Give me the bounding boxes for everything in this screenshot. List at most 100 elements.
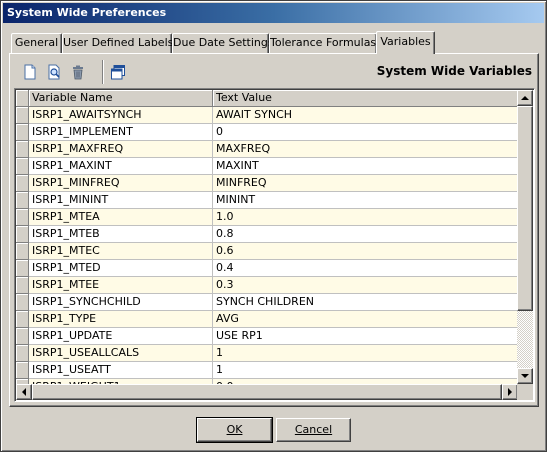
column-header-text-value[interactable]: Text Value — [213, 90, 520, 107]
variable-name-cell[interactable]: ISRP1_MAXFREQ — [29, 141, 213, 158]
variable-name-cell[interactable]: ISRP1_USEALLCALS — [29, 345, 213, 362]
text-value-cell[interactable]: 0.3 — [213, 277, 520, 294]
table-row[interactable]: ISRP1_MTEB 0.8 — [16, 226, 520, 243]
variable-name-cell[interactable]: ISRP1_MININT — [29, 192, 213, 209]
row-indicator[interactable] — [16, 124, 29, 141]
variable-name-cell[interactable]: ISRP1_MAXINT — [29, 158, 213, 175]
table-row[interactable]: ISRP1_TYPE AVG — [16, 311, 520, 328]
row-indicator[interactable] — [16, 141, 29, 158]
table-row[interactable]: ISRP1_MAXFREQ MAXFREQ — [16, 141, 520, 158]
row-indicator[interactable] — [16, 345, 29, 362]
table-row[interactable]: ISRP1_MININT MININT — [16, 192, 520, 209]
tab-tolerance-formulas[interactable]: Tolerance Formulas — [269, 33, 377, 53]
scroll-left-button[interactable] — [16, 384, 32, 400]
table-row[interactable]: ISRP1_USEATT 1 — [16, 362, 520, 379]
variable-name-cell[interactable]: ISRP1_MINFREQ — [29, 175, 213, 192]
row-indicator[interactable] — [16, 209, 29, 226]
row-indicator[interactable] — [16, 311, 29, 328]
text-value-cell[interactable]: MAXINT — [213, 158, 520, 175]
text-value-cell[interactable]: MAXFREQ — [213, 141, 520, 158]
find-variable-button[interactable] — [44, 62, 64, 82]
horizontal-scroll-thumb[interactable] — [32, 384, 502, 400]
text-value-cell[interactable]: MININT — [213, 192, 520, 209]
new-variable-button[interactable] — [20, 62, 40, 82]
variable-name-cell[interactable]: ISRP1_AWAITSYNCH — [29, 107, 213, 124]
variable-name-cell[interactable]: ISRP1_IMPLEMENT — [29, 124, 213, 141]
table-row[interactable]: ISRP1_MINFREQ MINFREQ — [16, 175, 520, 192]
row-indicator[interactable] — [16, 192, 29, 209]
scroll-down-button[interactable] — [517, 368, 533, 384]
row-indicator[interactable] — [16, 277, 29, 294]
copy-window-icon — [111, 65, 125, 80]
text-value-cell[interactable]: 0 — [213, 124, 520, 141]
row-indicator[interactable] — [16, 175, 29, 192]
tab-due-date-settings[interactable]: Due Date Settings — [172, 33, 274, 53]
text-value-cell[interactable]: SYNCH CHILDREN — [213, 294, 520, 311]
variable-name-cell[interactable]: ISRP1_MTEC — [29, 243, 213, 260]
variables-panel: System Wide Variables Variable Name Text… — [9, 53, 539, 407]
delete-icon — [73, 65, 83, 80]
table-row[interactable]: ISRP1_MTED 0.4 — [16, 260, 520, 277]
arrow-up-icon — [521, 96, 529, 100]
table-row[interactable]: ISRP1_AWAITSYNCH AWAIT SYNCH — [16, 107, 520, 124]
variable-name-cell[interactable]: ISRP1_TYPE — [29, 311, 213, 328]
tab-user-defined-labels[interactable]: User Defined Labels — [62, 33, 173, 53]
table-row[interactable]: ISRP1_MTEE 0.3 — [16, 277, 520, 294]
table-row[interactable]: ISRP1_MAXINT MAXINT — [16, 158, 520, 175]
row-indicator[interactable] — [16, 260, 29, 277]
scrollbar-corner — [517, 384, 533, 400]
grid-header: Variable Name Text Value — [16, 90, 520, 107]
tab-general[interactable]: General — [11, 33, 62, 53]
row-indicator[interactable] — [16, 226, 29, 243]
variable-name-cell[interactable]: ISRP1_MTEE — [29, 277, 213, 294]
tab-general-label: General — [14, 36, 59, 49]
row-indicator[interactable] — [16, 328, 29, 345]
column-header-variable-name[interactable]: Variable Name — [29, 90, 213, 107]
row-indicator[interactable] — [16, 294, 29, 311]
tab-tolerance-formulas-label: Tolerance Formulas — [270, 36, 377, 49]
scroll-up-button[interactable] — [517, 90, 533, 106]
panel-title: System Wide Variables — [376, 64, 532, 78]
text-value-cell[interactable]: 1 — [213, 345, 520, 362]
text-value-cell[interactable]: 1 — [213, 362, 520, 379]
table-row[interactable]: ISRP1_MTEC 0.6 — [16, 243, 520, 260]
row-indicator[interactable] — [16, 158, 29, 175]
table-row[interactable]: ISRP1_IMPLEMENT 0 — [16, 124, 520, 141]
ok-button[interactable]: OK — [196, 417, 273, 443]
toolbar-separator — [102, 60, 104, 84]
text-value-cell[interactable]: AWAIT SYNCH — [213, 107, 520, 124]
variable-name-cell[interactable]: ISRP1_MTEB — [29, 226, 213, 243]
text-value-cell[interactable]: 0.6 — [213, 243, 520, 260]
variable-name-cell[interactable]: ISRP1_UPDATE — [29, 328, 213, 345]
vertical-scroll-thumb[interactable] — [517, 106, 533, 311]
horizontal-scrollbar[interactable] — [16, 384, 518, 400]
text-value-cell[interactable]: USE RP1 — [213, 328, 520, 345]
tab-variables[interactable]: Variables — [376, 31, 435, 54]
table-row[interactable]: ISRP1_USEALLCALS 1 — [16, 345, 520, 362]
text-value-cell[interactable]: MINFREQ — [213, 175, 520, 192]
table-row[interactable]: ISRP1_SYNCHCHILD SYNCH CHILDREN — [16, 294, 520, 311]
preferences-window: System Wide Preferences General User Def… — [0, 0, 547, 452]
variable-name-cell[interactable]: ISRP1_MTED — [29, 260, 213, 277]
cancel-button[interactable]: Cancel — [276, 418, 351, 442]
tab-variables-label: Variables — [380, 35, 431, 48]
text-value-cell[interactable]: AVG — [213, 311, 520, 328]
variable-name-cell[interactable]: ISRP1_MTEA — [29, 209, 213, 226]
vertical-scrollbar[interactable] — [517, 90, 533, 384]
variable-name-cell[interactable]: ISRP1_USEATT — [29, 362, 213, 379]
table-row[interactable]: ISRP1_MTEA 1.0 — [16, 209, 520, 226]
text-value-cell[interactable]: 0.8 — [213, 226, 520, 243]
variables-grid[interactable]: Variable Name Text Value ISRP1_AWAITSYNC… — [14, 88, 535, 402]
title-bar[interactable]: System Wide Preferences — [3, 3, 544, 23]
variable-name-cell[interactable]: ISRP1_SYNCHCHILD — [29, 294, 213, 311]
copy-window-button[interactable] — [108, 62, 128, 82]
table-row[interactable]: ISRP1_UPDATE USE RP1 — [16, 328, 520, 345]
scroll-right-button[interactable] — [502, 384, 518, 400]
row-indicator[interactable] — [16, 362, 29, 379]
row-indicator[interactable] — [16, 107, 29, 124]
text-value-cell[interactable]: 0.4 — [213, 260, 520, 277]
delete-variable-button[interactable] — [68, 62, 88, 82]
ok-button-label: OK — [226, 423, 243, 436]
text-value-cell[interactable]: 1.0 — [213, 209, 520, 226]
row-indicator[interactable] — [16, 243, 29, 260]
